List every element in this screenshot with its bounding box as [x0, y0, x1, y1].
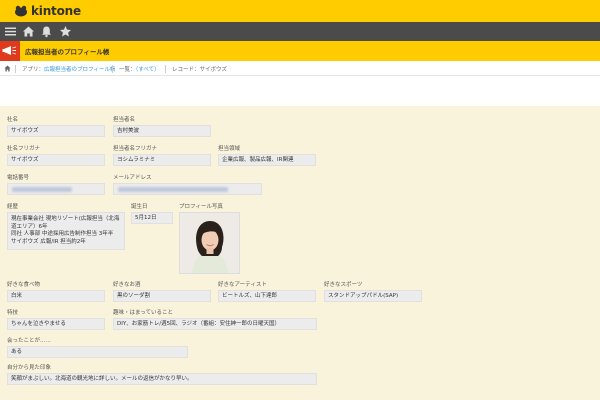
career-line: 同社 人事部 中途採用広告制作担当 3年半 [11, 231, 114, 237]
portrait-image [180, 213, 239, 273]
field-value[interactable]: 現在事業会社 現地リゾート(広報担当（北海 道エリア）6年 同社 人事部 中途採… [7, 212, 125, 250]
field-value[interactable]: 黒のソーダ割 [113, 290, 211, 302]
field-value[interactable]: 5月12日 [131, 212, 173, 224]
brand-name: kintone [31, 4, 81, 18]
breadcrumb-app-prefix: アプリ： [22, 67, 45, 73]
breadcrumb-divider [112, 65, 113, 73]
top-header: kintone [0, 0, 600, 22]
star-icon[interactable] [59, 25, 72, 38]
bell-icon[interactable] [40, 25, 53, 38]
career-line: 道エリア）6年 [11, 223, 48, 230]
breadcrumb: アプリ：広報担当者のプロフィール帳 一覧：（すべて） レコード：サイボウズ [0, 61, 600, 76]
field-label: 趣味・はまっていること [113, 310, 174, 316]
breadcrumb-app[interactable]: アプリ：広報担当者のプロフィール帳 [22, 65, 115, 73]
field-label: 好きなスポーツ [324, 282, 363, 288]
field-label: 特技 [7, 310, 19, 316]
field-label: 電話番号 [7, 175, 30, 181]
app-header: 広報担当者のプロフィール帳 [0, 41, 600, 61]
field-label: 社名 [7, 117, 19, 123]
megaphone-icon [2, 46, 17, 55]
field-value[interactable]: 企業広報、製品広報、IR関連 [218, 154, 316, 166]
app-icon[interactable] [0, 41, 20, 61]
field-label: 誕生日 [131, 204, 148, 210]
field-label: 担当者名フリガナ [113, 146, 158, 152]
field-label: 担当領域 [218, 146, 241, 152]
field-value[interactable]: ちゃんを泣きやませる [7, 318, 105, 330]
app-title: 広報担当者のプロフィール帳 [25, 48, 110, 56]
breadcrumb-list-prefix: 一覧： [119, 67, 136, 73]
field-value-redacted[interactable] [113, 183, 262, 195]
field-label: 担当者名 [113, 117, 136, 123]
field-value[interactable]: DIY、お家筋トレ/週5回、ラジオ（番組：安住紳一郎の日曜天国） [113, 318, 317, 330]
record-detail: 社名 サイボウズ 担当者名 吉村美波 社名フリガナ サイボウズ 担当者名フリガナ… [0, 106, 600, 400]
field-label: 自分から見た印象 [7, 365, 52, 371]
field-value[interactable]: スタンドアップパドル(SAP) [324, 290, 422, 302]
navbar [0, 22, 600, 41]
field-label: 経歴 [7, 204, 19, 210]
field-label: メールアドレス [113, 175, 152, 181]
home-breadcrumb-icon[interactable] [4, 65, 11, 72]
breadcrumb-record: レコード：サイボウズ [172, 67, 228, 73]
field-value[interactable]: 笑顔がまぶしい。北海道の観光地に詳しい。メールの返信がかなり早い。 [7, 373, 317, 385]
career-line: サイボウズ 広報/IR 担当約2年 [11, 238, 86, 245]
field-label: 好きな食べ物 [7, 282, 41, 288]
field-label: 好きなアーティスト [218, 282, 267, 288]
field-value[interactable]: 白米 [7, 290, 105, 302]
field-value[interactable]: ある [7, 346, 188, 358]
field-label: 好きなお酒 [113, 282, 141, 288]
profile-photo[interactable] [179, 212, 240, 274]
field-value[interactable]: サイボウズ [7, 125, 105, 137]
kintone-logo[interactable]: kintone [14, 4, 81, 18]
cybozu-logo-icon [15, 5, 27, 17]
redacted-blur [12, 187, 72, 192]
menu-icon[interactable] [4, 25, 17, 38]
record-toolbar [0, 76, 600, 106]
breadcrumb-app-link[interactable]: 広報担当者のプロフィール帳 [44, 67, 115, 73]
breadcrumb-divider [15, 65, 16, 73]
field-label: 社名フリガナ [7, 146, 41, 152]
field-value-redacted[interactable] [7, 183, 105, 195]
home-icon[interactable] [22, 25, 35, 38]
field-value[interactable]: ビートルズ、山下達郎 [218, 290, 316, 302]
redacted-blur [118, 187, 228, 192]
career-line: 現在事業会社 現地リゾート(広報担当（北海 [11, 216, 120, 222]
breadcrumb-list[interactable]: 一覧：（すべて） [119, 65, 160, 73]
field-label: 会ったことが…… [7, 338, 52, 344]
field-label: プロフィール写真 [179, 204, 223, 210]
breadcrumb-divider [165, 65, 166, 73]
breadcrumb-list-link[interactable]: （すべて） [136, 67, 160, 73]
field-value[interactable]: 吉村美波 [113, 125, 211, 137]
field-value[interactable]: サイボウズ [7, 154, 105, 166]
field-value[interactable]: ヨシムラミナミ [113, 154, 211, 166]
